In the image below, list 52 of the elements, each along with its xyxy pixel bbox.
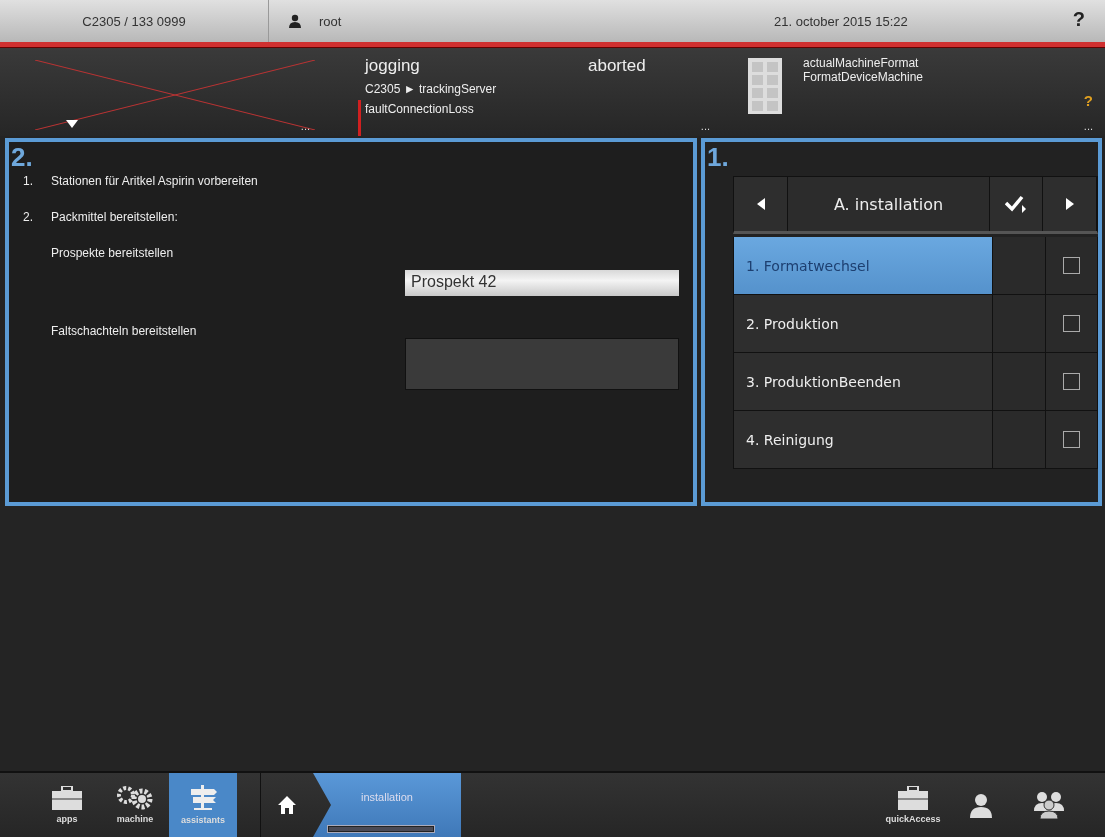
toolbox-icon bbox=[52, 786, 82, 810]
left-arrow-icon bbox=[756, 198, 765, 210]
gears-icon bbox=[117, 786, 153, 810]
more-button[interactable]: ... bbox=[1083, 120, 1093, 132]
check-icon bbox=[1005, 195, 1027, 213]
toolbar-button[interactable]: apps bbox=[33, 773, 101, 837]
toolbox-icon bbox=[898, 786, 928, 810]
help-button[interactable]: ? bbox=[1070, 8, 1087, 31]
more-button[interactable]: ... bbox=[300, 120, 310, 132]
input-field[interactable] bbox=[405, 338, 679, 390]
right-arrow-icon bbox=[1065, 198, 1074, 210]
item-number: 2. bbox=[22, 210, 34, 224]
home-icon bbox=[278, 796, 296, 814]
field-label: Prospekte bereitstellen bbox=[51, 246, 175, 260]
step-item[interactable]: 2. Produktion bbox=[734, 295, 992, 352]
user-name: root bbox=[319, 13, 342, 29]
input-field[interactable]: Prospekt 42 bbox=[405, 270, 679, 296]
caret-icon bbox=[66, 120, 78, 128]
instruction-text: Packmittel bereitstellen: bbox=[51, 210, 178, 224]
field-label: Faltschachteln bereitstellen bbox=[51, 324, 198, 338]
server-path: C2305 ► trackingServer bbox=[365, 82, 497, 96]
help-button[interactable]: ? bbox=[1083, 92, 1093, 109]
machine-state: aborted bbox=[588, 56, 646, 76]
format-name: actualMachineFormat bbox=[803, 56, 920, 70]
panel-number: 1. bbox=[707, 144, 730, 170]
machine-id: C2305 / 133 0999 bbox=[81, 13, 187, 29]
confirm-button[interactable] bbox=[989, 177, 1043, 231]
checkbox[interactable] bbox=[1063, 373, 1080, 390]
checkbox[interactable] bbox=[1063, 431, 1080, 448]
step-item[interactable]: 1. Formatwechsel bbox=[734, 237, 992, 294]
fault-message: faultConnectionLoss bbox=[365, 102, 474, 116]
user-icon bbox=[969, 792, 993, 818]
signpost-icon bbox=[188, 785, 218, 811]
toolbar-button[interactable]: machine bbox=[101, 773, 169, 837]
instruction-text: Stationen für Aritkel Aspirin vorbereiten bbox=[51, 174, 258, 188]
date-time: 21. october 2015 15:22 bbox=[774, 13, 908, 29]
section-title: A. installation bbox=[832, 193, 945, 216]
quick-access-button[interactable]: quickAccess bbox=[879, 773, 947, 837]
device-name: FormatDeviceMachine bbox=[803, 70, 924, 84]
step-item[interactable]: 3. ProduktionBeenden bbox=[734, 353, 992, 410]
item-number: 1. bbox=[22, 174, 34, 188]
machine-mode: jogging bbox=[365, 56, 420, 76]
no-image-icon bbox=[35, 60, 315, 130]
more-button[interactable]: ... bbox=[700, 120, 710, 132]
checkbox[interactable] bbox=[1063, 257, 1080, 274]
checkbox[interactable] bbox=[1063, 315, 1080, 332]
step-item[interactable]: 4. Reinigung bbox=[734, 411, 992, 468]
user-icon bbox=[289, 14, 301, 28]
panel-number: 2. bbox=[11, 144, 34, 170]
group-icon bbox=[1033, 791, 1065, 819]
blister-pack-icon bbox=[748, 58, 782, 114]
dropdown-button[interactable] bbox=[66, 120, 78, 128]
